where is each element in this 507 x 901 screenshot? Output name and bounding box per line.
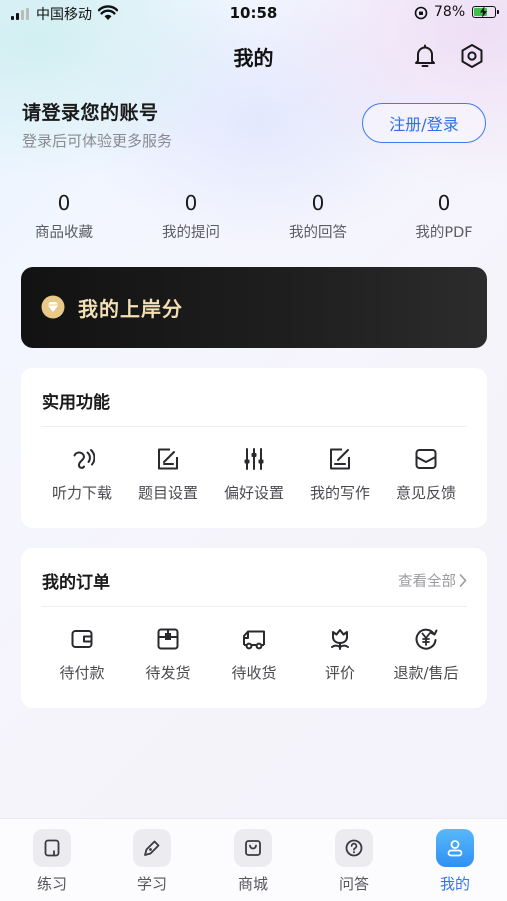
stat-label: 商品收藏 [35,225,93,241]
battery-percentage: 78% [434,4,466,20]
tab-practice[interactable]: 练习 [12,829,92,894]
yen-refund-icon [415,628,438,650]
tool-listening-download[interactable]: 听力下载 [39,446,125,503]
view-all-orders-link[interactable]: 查看全部 [398,570,467,591]
tool-label: 偏好设置 [223,484,284,502]
order-pending-shipment[interactable]: 待发货 [125,626,211,683]
orientation-lock-icon [414,6,428,20]
orders-card-title: 我的订单 [42,573,110,593]
ear-icon [73,449,95,469]
divider [41,426,467,427]
package-icon [157,628,179,650]
status-bar: 中国移动 10:58 78% [0,0,507,28]
tool-my-writing[interactable]: 我的写作 [297,446,383,503]
chevron-right-icon [459,574,467,587]
tab-label: 学习 [136,875,167,893]
stat-value: 0 [437,191,451,215]
login-prompt-title: 请登录您的账号 [22,102,159,124]
tools-card-title: 实用功能 [42,393,110,413]
bottom-tab-bar: 练习 学习 商城 问答 我的 [0,818,507,901]
tool-question-settings[interactable]: 题目设置 [125,446,211,503]
stat-answers[interactable]: 0 我的回答 [258,190,378,242]
order-label: 待收货 [231,664,277,682]
pen-icon [133,829,171,867]
stats-row: 0 商品收藏 0 我的提问 0 我的回答 0 我的PDF [0,190,507,246]
tab-qa[interactable]: 问答 [314,829,394,894]
view-all-label: 查看全部 [398,574,456,590]
order-review[interactable]: 评价 [297,626,383,683]
stat-favorites[interactable]: 0 商品收藏 [4,190,124,242]
truck-icon [243,630,265,650]
diamond-badge-icon [41,295,65,319]
tool-label: 题目设置 [137,484,198,502]
user-icon [436,829,474,867]
divider [41,606,467,607]
tool-feedback[interactable]: 意见反馈 [383,446,469,503]
shopping-bag-icon [234,829,272,867]
tool-label: 意见反馈 [395,484,456,502]
order-pending-receipt[interactable]: 待收货 [211,626,297,683]
order-label: 待发货 [145,664,191,682]
tab-label: 商城 [237,875,268,893]
bell-icon[interactable] [411,42,439,70]
sliders-icon [244,448,264,470]
tab-study[interactable]: 学习 [112,829,192,894]
wallet-icon [71,630,93,648]
order-refund-aftersales[interactable]: 退款/售后 [383,626,469,683]
battery-icon [472,6,499,18]
tab-label: 问答 [338,875,369,893]
tab-label: 练习 [36,875,67,893]
writing-icon [330,448,350,470]
order-label: 待付款 [59,664,105,682]
edit-frame-icon [158,448,178,470]
score-banner[interactable]: 我的上岸分 [21,267,487,348]
stat-value: 0 [184,191,198,215]
stat-label: 我的PDF [415,225,473,241]
register-login-button[interactable]: 注册/登录 [362,103,486,143]
score-label: 我的上岸分 [78,297,183,321]
tool-label: 听力下载 [51,484,112,502]
tool-preference-settings[interactable]: 偏好设置 [211,446,297,503]
question-icon [335,829,373,867]
stat-value: 0 [57,191,71,215]
stat-value: 0 [311,191,325,215]
mail-icon [415,449,437,469]
order-label: 退款/售后 [393,664,459,682]
tab-mall[interactable]: 商城 [213,829,293,894]
orders-card: 我的订单 查看全部 待付款 待发货 待收货 评价 退款/售后 [21,548,487,708]
order-pending-payment[interactable]: 待付款 [39,626,125,683]
tool-label: 我的写作 [309,484,370,502]
login-prompt-subtitle: 登录后可体验更多服务 [22,132,173,150]
stat-pdf[interactable]: 0 我的PDF [384,190,504,242]
stat-label: 我的回答 [289,225,347,241]
tools-card: 实用功能 听力下载 题目设置 偏好设置 我的写作 意见反馈 [21,368,487,528]
order-label: 评价 [324,664,355,682]
flower-icon [331,629,349,650]
practice-icon [33,829,71,867]
stat-questions[interactable]: 0 我的提问 [131,190,251,242]
stat-label: 我的提问 [162,225,220,241]
clock: 10:58 [229,4,278,22]
tab-label: 我的 [439,875,470,893]
settings-icon[interactable] [458,42,486,70]
tab-mine[interactable]: 我的 [415,829,495,894]
